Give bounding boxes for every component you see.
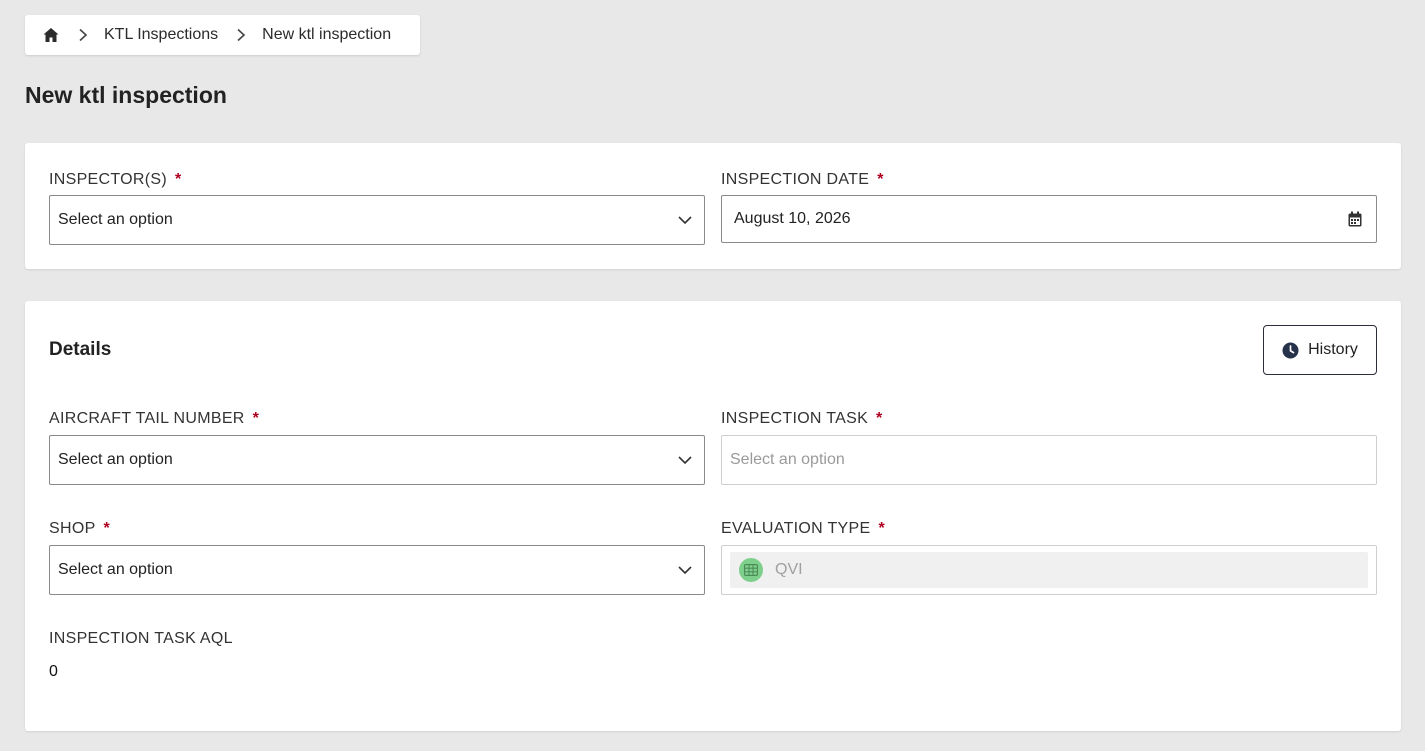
inspectors-label: INSPECTOR(S) * <box>49 171 182 189</box>
calendar-icon[interactable] <box>1348 211 1362 227</box>
required-marker: * <box>252 410 260 427</box>
inspection-task-label-text: INSPECTION TASK <box>721 410 869 427</box>
chevron-down-icon <box>678 563 692 577</box>
inspection-date-value: August 10, 2026 <box>734 210 851 227</box>
evaluation-type-value: QVI <box>775 561 803 578</box>
inspection-task-aql-label: INSPECTION TASK AQL <box>49 630 233 647</box>
aircraft-tail-number-select[interactable]: Select an option <box>49 435 705 485</box>
clock-icon <box>1282 342 1299 359</box>
chevron-right-icon <box>77 28 89 42</box>
required-marker: * <box>878 520 885 537</box>
evaluation-type-label-text: EVALUATION TYPE <box>721 520 871 537</box>
shop-select[interactable]: Select an option <box>49 545 705 595</box>
breadcrumb-item-current: New ktl inspection <box>262 26 392 43</box>
inspectors-select[interactable]: Select an option <box>49 195 705 245</box>
details-card: Details History AIRCRAFT TAIL NUMBER * Se… <box>25 301 1401 731</box>
home-icon[interactable] <box>42 26 60 44</box>
required-marker: * <box>103 520 111 537</box>
inspection-task-placeholder: Select an option <box>730 451 845 468</box>
shop-label: SHOP * <box>49 520 110 538</box>
aircraft-tail-number-label-text: AIRCRAFT TAIL NUMBER <box>49 410 245 427</box>
page-title: New ktl inspection <box>25 82 227 108</box>
breadcrumb-item-ktl-inspections[interactable]: KTL Inspections <box>104 26 218 44</box>
chevron-down-icon <box>678 453 692 467</box>
inspection-date-field[interactable]: August 10, 2026 <box>721 195 1377 243</box>
inspection-task-select[interactable]: Select an option <box>721 435 1377 485</box>
required-marker: * <box>877 171 884 188</box>
aircraft-tail-number-label: AIRCRAFT TAIL NUMBER * <box>49 410 259 428</box>
evaluation-type-chip: QVI <box>730 552 1368 588</box>
shop-select-value: Select an option <box>58 561 173 578</box>
grid-icon <box>739 558 763 582</box>
history-button[interactable]: History <box>1263 325 1377 375</box>
chevron-down-icon <box>678 213 692 227</box>
required-marker: * <box>876 410 883 427</box>
inspection-task-label: INSPECTION TASK * <box>721 410 883 428</box>
inspection-date-label-text: INSPECTION DATE <box>721 171 870 188</box>
inspectors-select-value: Select an option <box>58 211 173 228</box>
history-button-label: History <box>1308 341 1358 358</box>
details-title: Details <box>49 339 112 360</box>
aircraft-tail-number-value: Select an option <box>58 451 173 468</box>
required-marker: * <box>174 171 182 188</box>
evaluation-type-label: EVALUATION TYPE * <box>721 520 885 538</box>
breadcrumb: KTL Inspections New ktl inspection <box>25 15 420 55</box>
inspection-header-card: INSPECTOR(S) * Select an option INSPECTIO… <box>25 143 1401 269</box>
evaluation-type-field: QVI <box>721 545 1377 595</box>
inspectors-label-text: INSPECTOR(S) <box>49 171 167 188</box>
inspection-task-aql-value: 0 <box>49 663 58 680</box>
shop-label-text: SHOP <box>49 520 96 537</box>
chevron-right-icon <box>235 28 247 42</box>
inspection-date-label: INSPECTION DATE * <box>721 171 884 189</box>
